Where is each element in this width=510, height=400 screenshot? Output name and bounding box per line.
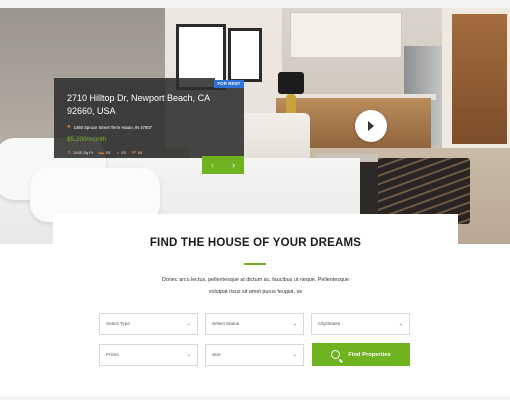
- hero-cabinet: [290, 12, 402, 58]
- select-type-dropdown[interactable]: Select Type ⌄: [99, 313, 198, 335]
- find-properties-label: Find Properties: [348, 351, 391, 358]
- video-play-button[interactable]: [355, 110, 387, 142]
- feature-garage: ⇄ 04: [132, 150, 143, 156]
- chevron-down-icon: ⌄: [292, 352, 297, 358]
- slider-next-button[interactable]: ›: [223, 156, 244, 174]
- find-properties-button[interactable]: Find Properties: [312, 343, 410, 366]
- chevron-down-icon: ⌄: [186, 321, 191, 327]
- chevron-down-icon: ⌄: [292, 321, 297, 327]
- prices-dropdown[interactable]: Prices ⌄: [99, 344, 198, 366]
- bed-icon: ▬: [98, 150, 104, 156]
- listing-address[interactable]: 2710 Hilltop Dr, Newport Beach, CA 92660…: [67, 92, 217, 118]
- page-top-edge: [0, 0, 510, 8]
- city-states-label: City/States: [318, 321, 341, 326]
- search-description-line: Donec arcu lectus, pellentesque at dictu…: [162, 277, 349, 283]
- search-description-line: volutpat risus sit amet purus feugiat, s…: [208, 289, 303, 295]
- city-states-dropdown[interactable]: City/States ⌄: [311, 313, 410, 335]
- feature-baths: ◒ 03: [116, 150, 125, 156]
- search-description: Donec arcu lectus, pellentesque at dictu…: [53, 274, 458, 298]
- slider-nav: ‹ ›: [202, 156, 244, 174]
- slider-prev-button[interactable]: ‹: [202, 156, 223, 174]
- for-rent-badge: FOR RENT: [214, 80, 244, 88]
- feature-garage-value: 04: [137, 150, 143, 155]
- feature-beds-value: 03: [105, 150, 111, 155]
- bath-icon: ◒: [116, 150, 120, 156]
- size-dropdown[interactable]: Size ⌄: [205, 344, 304, 366]
- listing-features: ✕ 2400 Sq Ft ▬ 03 ◒ 03 ⇄ 04: [67, 150, 142, 156]
- page-bottom-edge: [0, 396, 510, 400]
- area-icon: ✕: [67, 150, 72, 156]
- feature-beds: ▬ 03: [99, 150, 110, 156]
- search-panel: FIND THE HOUSE OF YOUR DREAMS Donec arcu…: [53, 214, 458, 396]
- listing-location: ● 1460 Spruce Street Terre Haute, IN 478…: [67, 124, 152, 130]
- map-pin-icon: ●: [67, 124, 71, 130]
- listing-location-text: 1460 Spruce Street Terre Haute, IN 47807: [73, 124, 152, 130]
- garage-icon: ⇄: [131, 150, 136, 156]
- select-type-label: Select Type: [106, 321, 130, 326]
- search-icon: [331, 350, 341, 359]
- feature-baths-value: 03: [121, 150, 126, 155]
- select-status-label: Select Status: [212, 321, 240, 326]
- hero-picture-frame: [228, 28, 262, 82]
- heading-divider: [244, 263, 266, 265]
- listing-card[interactable]: 2710 Hilltop Dr, Newport Beach, CA 92660…: [54, 78, 215, 158]
- listing-card-side: [215, 88, 244, 156]
- feature-area: ✕ 2400 Sq Ft: [67, 150, 93, 156]
- hero-door: [452, 14, 507, 144]
- prices-label: Prices: [106, 352, 119, 357]
- feature-area-value: 2400 Sq Ft: [73, 150, 93, 155]
- select-status-dropdown[interactable]: Select Status ⌄: [205, 313, 304, 335]
- chevron-down-icon: ⌄: [186, 352, 191, 358]
- hero-lamp-shade: [278, 72, 304, 94]
- chevron-down-icon: ⌄: [398, 321, 403, 327]
- search-heading: FIND THE HOUSE OF YOUR DREAMS: [149, 237, 362, 249]
- listing-price: $5,200/month: [67, 136, 107, 143]
- size-label: Size: [212, 352, 221, 357]
